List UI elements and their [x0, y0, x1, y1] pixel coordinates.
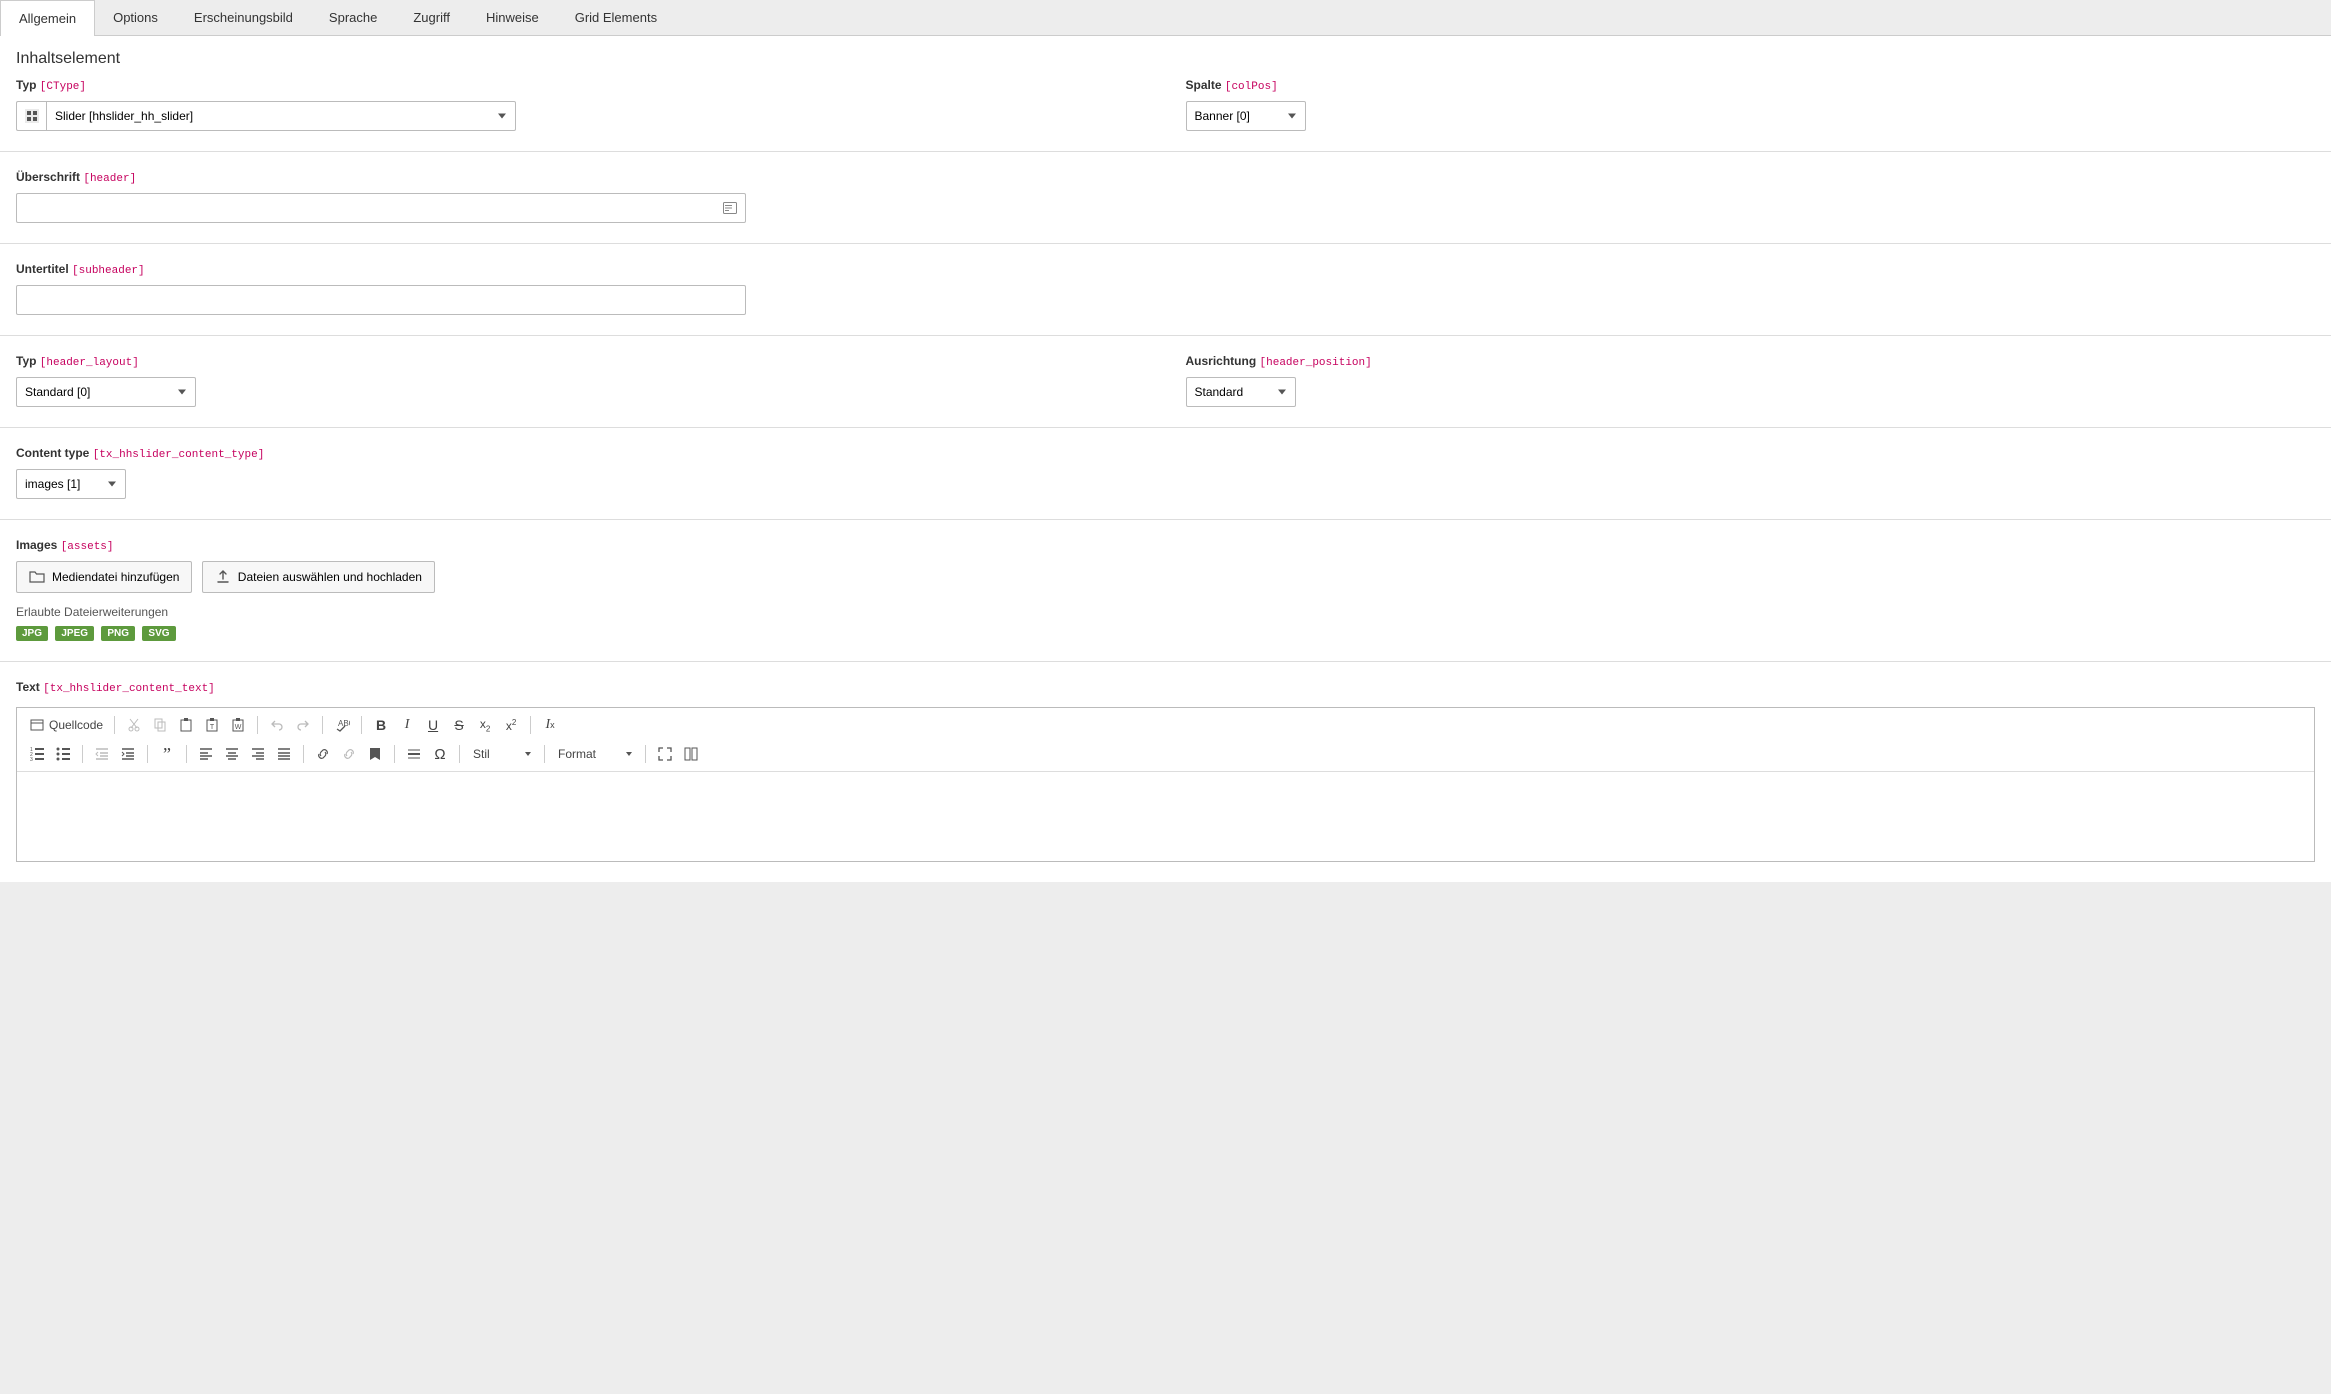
rte-undo-icon[interactable]	[265, 713, 289, 737]
badge-jpg: JPG	[16, 626, 48, 641]
svg-text:3: 3	[30, 757, 33, 762]
subheader-input[interactable]	[16, 285, 746, 315]
header-suffix-icon[interactable]	[722, 200, 738, 216]
rte-unordered-list-icon[interactable]	[51, 742, 75, 766]
rte-outdent-icon[interactable]	[90, 742, 114, 766]
badge-png: PNG	[101, 626, 135, 641]
rte-copy-icon[interactable]	[148, 713, 172, 737]
rte-superscript-icon[interactable]: x2	[499, 713, 523, 737]
colpos-select[interactable]: Banner [0]	[1186, 101, 1306, 131]
rte-remove-format-icon[interactable]: Ix	[538, 713, 562, 737]
rte-style-combo[interactable]: Stil	[467, 742, 537, 766]
tab-allgemein[interactable]: Allgemein	[0, 0, 95, 36]
rte-maximize-icon[interactable]	[653, 742, 677, 766]
rte-showblocks-icon[interactable]	[679, 742, 703, 766]
rte-spellcheck-icon[interactable]: ABC	[330, 713, 354, 737]
rte-unlink-icon[interactable]	[337, 742, 361, 766]
header-layout-select[interactable]: Standard [0]	[16, 377, 196, 407]
svg-text:T: T	[210, 724, 215, 731]
rte-indent-icon[interactable]	[116, 742, 140, 766]
tab-options[interactable]: Options	[95, 0, 176, 35]
rte-strike-icon[interactable]: S	[447, 713, 471, 737]
rte-text-area[interactable]	[17, 771, 2314, 861]
tab-grid-elements[interactable]: Grid Elements	[557, 0, 675, 35]
rte-editor: Quellcode T W ABC B I U S x2 x2	[16, 707, 2315, 862]
rte-anchor-icon[interactable]	[363, 742, 387, 766]
tab-hinweise[interactable]: Hinweise	[468, 0, 557, 35]
content-type-select[interactable]: images [1]	[16, 469, 126, 499]
ctype-record-icon	[16, 101, 46, 131]
rte-link-icon[interactable]	[311, 742, 335, 766]
badge-svg: SVG	[142, 626, 175, 641]
folder-icon	[29, 569, 45, 585]
content-type-label: Content type [tx_hhslider_content_type]	[16, 428, 2315, 469]
assets-label: Images [assets]	[16, 520, 2315, 561]
tab-zugriff[interactable]: Zugriff	[395, 0, 468, 35]
ctype-select[interactable]: Slider [hhslider_hh_slider]	[46, 101, 516, 131]
rte-bold-icon[interactable]: B	[369, 713, 393, 737]
rte-align-justify-icon[interactable]	[272, 742, 296, 766]
rte-format-combo[interactable]: Format	[552, 742, 638, 766]
colpos-label: Spalte [colPos]	[1186, 78, 2316, 101]
tab-sprache[interactable]: Sprache	[311, 0, 395, 35]
rte-subscript-icon[interactable]: x2	[473, 713, 497, 737]
upload-files-button[interactable]: Dateien auswählen und hochladen	[202, 561, 435, 593]
rte-ordered-list-icon[interactable]: 123	[25, 742, 49, 766]
header-label: Überschrift [header]	[16, 152, 2315, 193]
upload-icon	[215, 569, 231, 585]
rte-align-center-icon[interactable]	[220, 742, 244, 766]
allowed-ext-label: Erlaubte Dateierweiterungen	[16, 605, 2315, 619]
svg-text:W: W	[235, 724, 242, 731]
header-position-select[interactable]: Standard	[1186, 377, 1296, 407]
form-panel: Inhaltselement Typ [CType] Slider [hhsli…	[0, 36, 2331, 882]
rte-align-right-icon[interactable]	[246, 742, 270, 766]
rte-paste-text-icon[interactable]: T	[200, 713, 224, 737]
rte-paste-word-icon[interactable]: W	[226, 713, 250, 737]
ctype-label: Typ [CType]	[16, 78, 1146, 101]
rte-underline-icon[interactable]: U	[421, 713, 445, 737]
rte-specialchar-icon[interactable]: Ω	[428, 742, 452, 766]
subheader-label: Untertitel [subheader]	[16, 244, 2315, 285]
rte-cut-icon[interactable]	[122, 713, 146, 737]
tab-bar: Allgemein Options Erscheinungsbild Sprac…	[0, 0, 2331, 36]
header-position-label: Ausrichtung [header_position]	[1186, 336, 2316, 377]
rte-hr-icon[interactable]	[402, 742, 426, 766]
tab-erscheinungsbild[interactable]: Erscheinungsbild	[176, 0, 311, 35]
rte-blockquote-icon[interactable]: ”	[155, 742, 179, 766]
section-title: Inhaltselement	[0, 36, 2331, 78]
rte-paste-icon[interactable]	[174, 713, 198, 737]
header-layout-label: Typ [header_layout]	[16, 336, 1146, 377]
rte-italic-icon[interactable]: I	[395, 713, 419, 737]
rte-align-left-icon[interactable]	[194, 742, 218, 766]
text-label: Text [tx_hhslider_content_text]	[16, 662, 2315, 703]
add-media-button[interactable]: Mediendatei hinzufügen	[16, 561, 192, 593]
badge-jpeg: JPEG	[55, 626, 94, 641]
rte-redo-icon[interactable]	[291, 713, 315, 737]
rte-source-button[interactable]: Quellcode	[25, 713, 107, 737]
header-input[interactable]	[16, 193, 746, 223]
allowed-ext-badges: JPG JPEG PNG SVG	[16, 625, 2315, 641]
